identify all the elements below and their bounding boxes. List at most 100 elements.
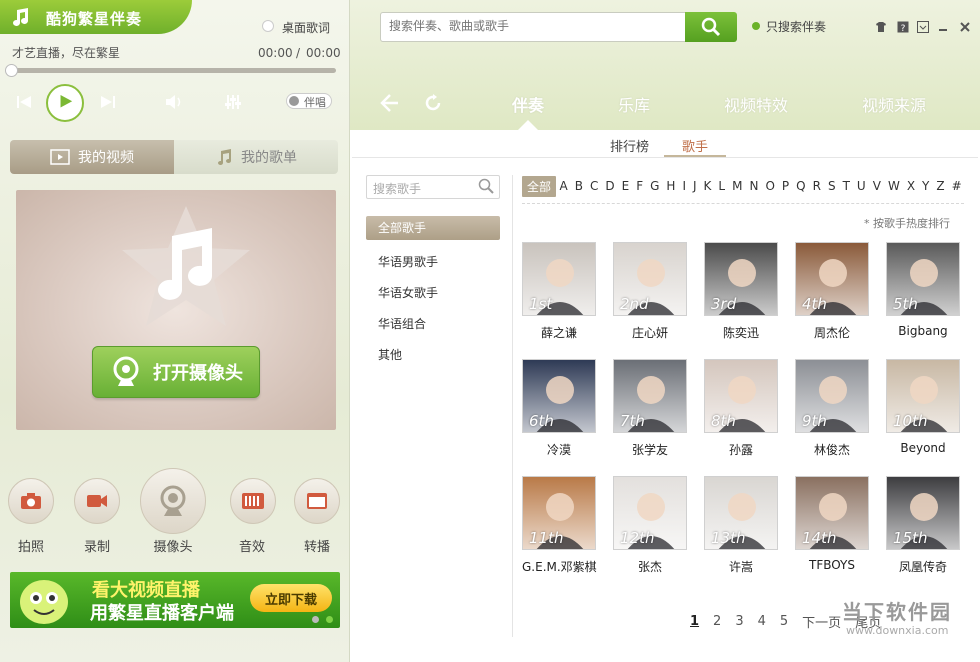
subtab-singer[interactable]: 歌手 xyxy=(682,136,708,155)
subtab-ranking[interactable]: 排行榜 xyxy=(610,136,649,155)
minimize-icon[interactable] xyxy=(916,20,930,34)
alpha-letter[interactable]: R xyxy=(809,179,824,193)
alpha-all[interactable]: 全部 xyxy=(522,175,557,197)
close-icon[interactable] xyxy=(958,20,972,34)
alpha-letter[interactable]: E xyxy=(618,179,633,193)
alpha-letter[interactable]: G xyxy=(647,179,663,193)
singer-photo[interactable]: 12th xyxy=(613,476,687,550)
search-button[interactable] xyxy=(685,12,737,42)
tab-video-effects[interactable]: 视频特效 xyxy=(724,92,788,116)
singer-name[interactable]: 孙露 xyxy=(704,441,778,458)
alpha-letter[interactable]: X xyxy=(903,179,918,193)
alpha-letter[interactable]: V xyxy=(869,179,884,193)
open-camera-button[interactable]: 打开摄像头 xyxy=(92,346,260,398)
download-now-button[interactable]: 立即下载 xyxy=(250,584,332,612)
singer-card[interactable]: 14th TFBOYS xyxy=(795,476,869,572)
refresh-icon[interactable] xyxy=(422,92,444,114)
alpha-letter[interactable]: P xyxy=(778,179,792,193)
alpha-letter[interactable]: O xyxy=(762,179,778,193)
singer-card[interactable]: 15th 凤凰传奇 xyxy=(886,476,960,575)
singer-name[interactable]: 许嵩 xyxy=(704,558,778,575)
singer-name[interactable]: Beyond xyxy=(886,441,960,455)
singer-card[interactable]: 12th 张杰 xyxy=(613,476,687,575)
singer-name[interactable]: 张杰 xyxy=(613,558,687,575)
desktop-lyrics-label[interactable]: 桌面歌词 xyxy=(282,19,330,36)
singer-photo[interactable]: 6th xyxy=(522,359,596,433)
carousel-dot-active[interactable] xyxy=(326,616,333,623)
alpha-letter[interactable]: D xyxy=(602,179,618,193)
singer-name[interactable]: 冷漠 xyxy=(522,441,596,458)
singer-photo[interactable]: 2nd xyxy=(613,242,687,316)
progress-bar[interactable] xyxy=(10,68,336,73)
progress-knob[interactable] xyxy=(5,64,18,77)
alpha-letter[interactable]: J xyxy=(690,179,701,193)
singer-name[interactable]: 张学友 xyxy=(613,441,687,458)
alpha-letter[interactable]: C xyxy=(586,179,601,193)
alpha-letter[interactable]: T xyxy=(839,179,853,193)
singer-card[interactable]: 6th 冷漠 xyxy=(522,359,596,458)
download-banner[interactable]: 看大视频直播 用繁星直播客户端 立即下载 xyxy=(10,572,340,628)
skin-icon[interactable] xyxy=(874,20,888,34)
sound-effects-button[interactable] xyxy=(230,478,276,524)
search-icon[interactable] xyxy=(478,178,494,194)
singer-card[interactable]: 3rd 陈奕迅 xyxy=(704,242,778,341)
singer-photo[interactable]: 7th xyxy=(613,359,687,433)
equalizer-icon[interactable] xyxy=(224,93,242,111)
singer-card[interactable]: 4th 周杰伦 xyxy=(795,242,869,341)
singer-card[interactable]: 9th 林俊杰 xyxy=(795,359,869,458)
minimize-window-icon[interactable] xyxy=(936,20,950,34)
singer-name[interactable]: 周杰伦 xyxy=(795,324,869,341)
category-chinese-female[interactable]: 华语女歌手 xyxy=(366,281,500,305)
singer-photo[interactable]: 11th xyxy=(522,476,596,550)
singer-card[interactable]: 11th G.E.M.邓紫棋 xyxy=(522,476,597,575)
search-box[interactable] xyxy=(380,12,686,42)
alpha-letter[interactable]: B xyxy=(571,179,586,193)
relay-button[interactable] xyxy=(294,478,340,524)
singer-photo[interactable]: 15th xyxy=(886,476,960,550)
alpha-letter[interactable]: F xyxy=(633,179,647,193)
alpha-letter[interactable]: S xyxy=(824,179,839,193)
page-link[interactable]: 3 xyxy=(735,614,743,629)
tab-my-videos[interactable]: 我的视频 xyxy=(10,140,174,174)
singer-photo[interactable]: 8th xyxy=(704,359,778,433)
alpha-letter[interactable]: Y xyxy=(919,179,933,193)
help-icon[interactable]: ? xyxy=(896,20,910,34)
page-link[interactable]: 2 xyxy=(713,614,721,629)
previous-icon[interactable] xyxy=(16,94,32,110)
category-chinese-group[interactable]: 华语组合 xyxy=(366,312,500,336)
singer-name[interactable]: G.E.M.邓紫棋 xyxy=(522,558,597,575)
singer-card[interactable]: 8th 孙露 xyxy=(704,359,778,458)
singer-photo[interactable]: 3rd xyxy=(704,242,778,316)
tab-my-songlist[interactable]: 我的歌单 xyxy=(174,140,338,174)
alpha-letter[interactable]: U xyxy=(853,179,869,193)
singer-card[interactable]: 2nd 庄心妍 xyxy=(613,242,687,341)
singer-photo[interactable]: 5th xyxy=(886,242,960,316)
singer-name[interactable]: TFBOYS xyxy=(795,558,869,572)
category-other[interactable]: 其他 xyxy=(366,343,500,367)
page-link[interactable]: 1 xyxy=(690,614,699,629)
alpha-letter[interactable]: # xyxy=(948,179,965,193)
page-link[interactable]: 4 xyxy=(758,614,766,629)
search-input[interactable] xyxy=(389,19,677,33)
photo-button[interactable] xyxy=(8,478,54,524)
singer-name[interactable]: 凤凰传奇 xyxy=(886,558,960,575)
alpha-letter[interactable]: H xyxy=(663,179,679,193)
singer-name[interactable]: 薛之谦 xyxy=(522,324,596,341)
tab-accompaniment[interactable]: 伴奏 xyxy=(512,92,544,116)
only-accompaniment-label[interactable]: 只搜索伴奏 xyxy=(766,18,826,35)
singer-photo[interactable]: 1st xyxy=(522,242,596,316)
singer-card[interactable]: 7th 张学友 xyxy=(613,359,687,458)
alpha-letter[interactable]: A xyxy=(556,179,571,193)
alpha-letter[interactable]: W xyxy=(884,179,903,193)
alpha-letter[interactable]: Q xyxy=(793,179,809,193)
record-button[interactable] xyxy=(74,478,120,524)
back-arrow-icon[interactable] xyxy=(378,92,400,114)
play-button[interactable] xyxy=(46,84,84,122)
singer-photo[interactable]: 13th xyxy=(704,476,778,550)
volume-icon[interactable] xyxy=(164,94,184,110)
singer-photo[interactable]: 10th xyxy=(886,359,960,433)
singer-card[interactable]: 5th Bigbang xyxy=(886,242,960,338)
alpha-letter[interactable]: I xyxy=(679,179,690,193)
singer-name[interactable]: 林俊杰 xyxy=(795,441,869,458)
alpha-letter[interactable]: K xyxy=(700,179,715,193)
